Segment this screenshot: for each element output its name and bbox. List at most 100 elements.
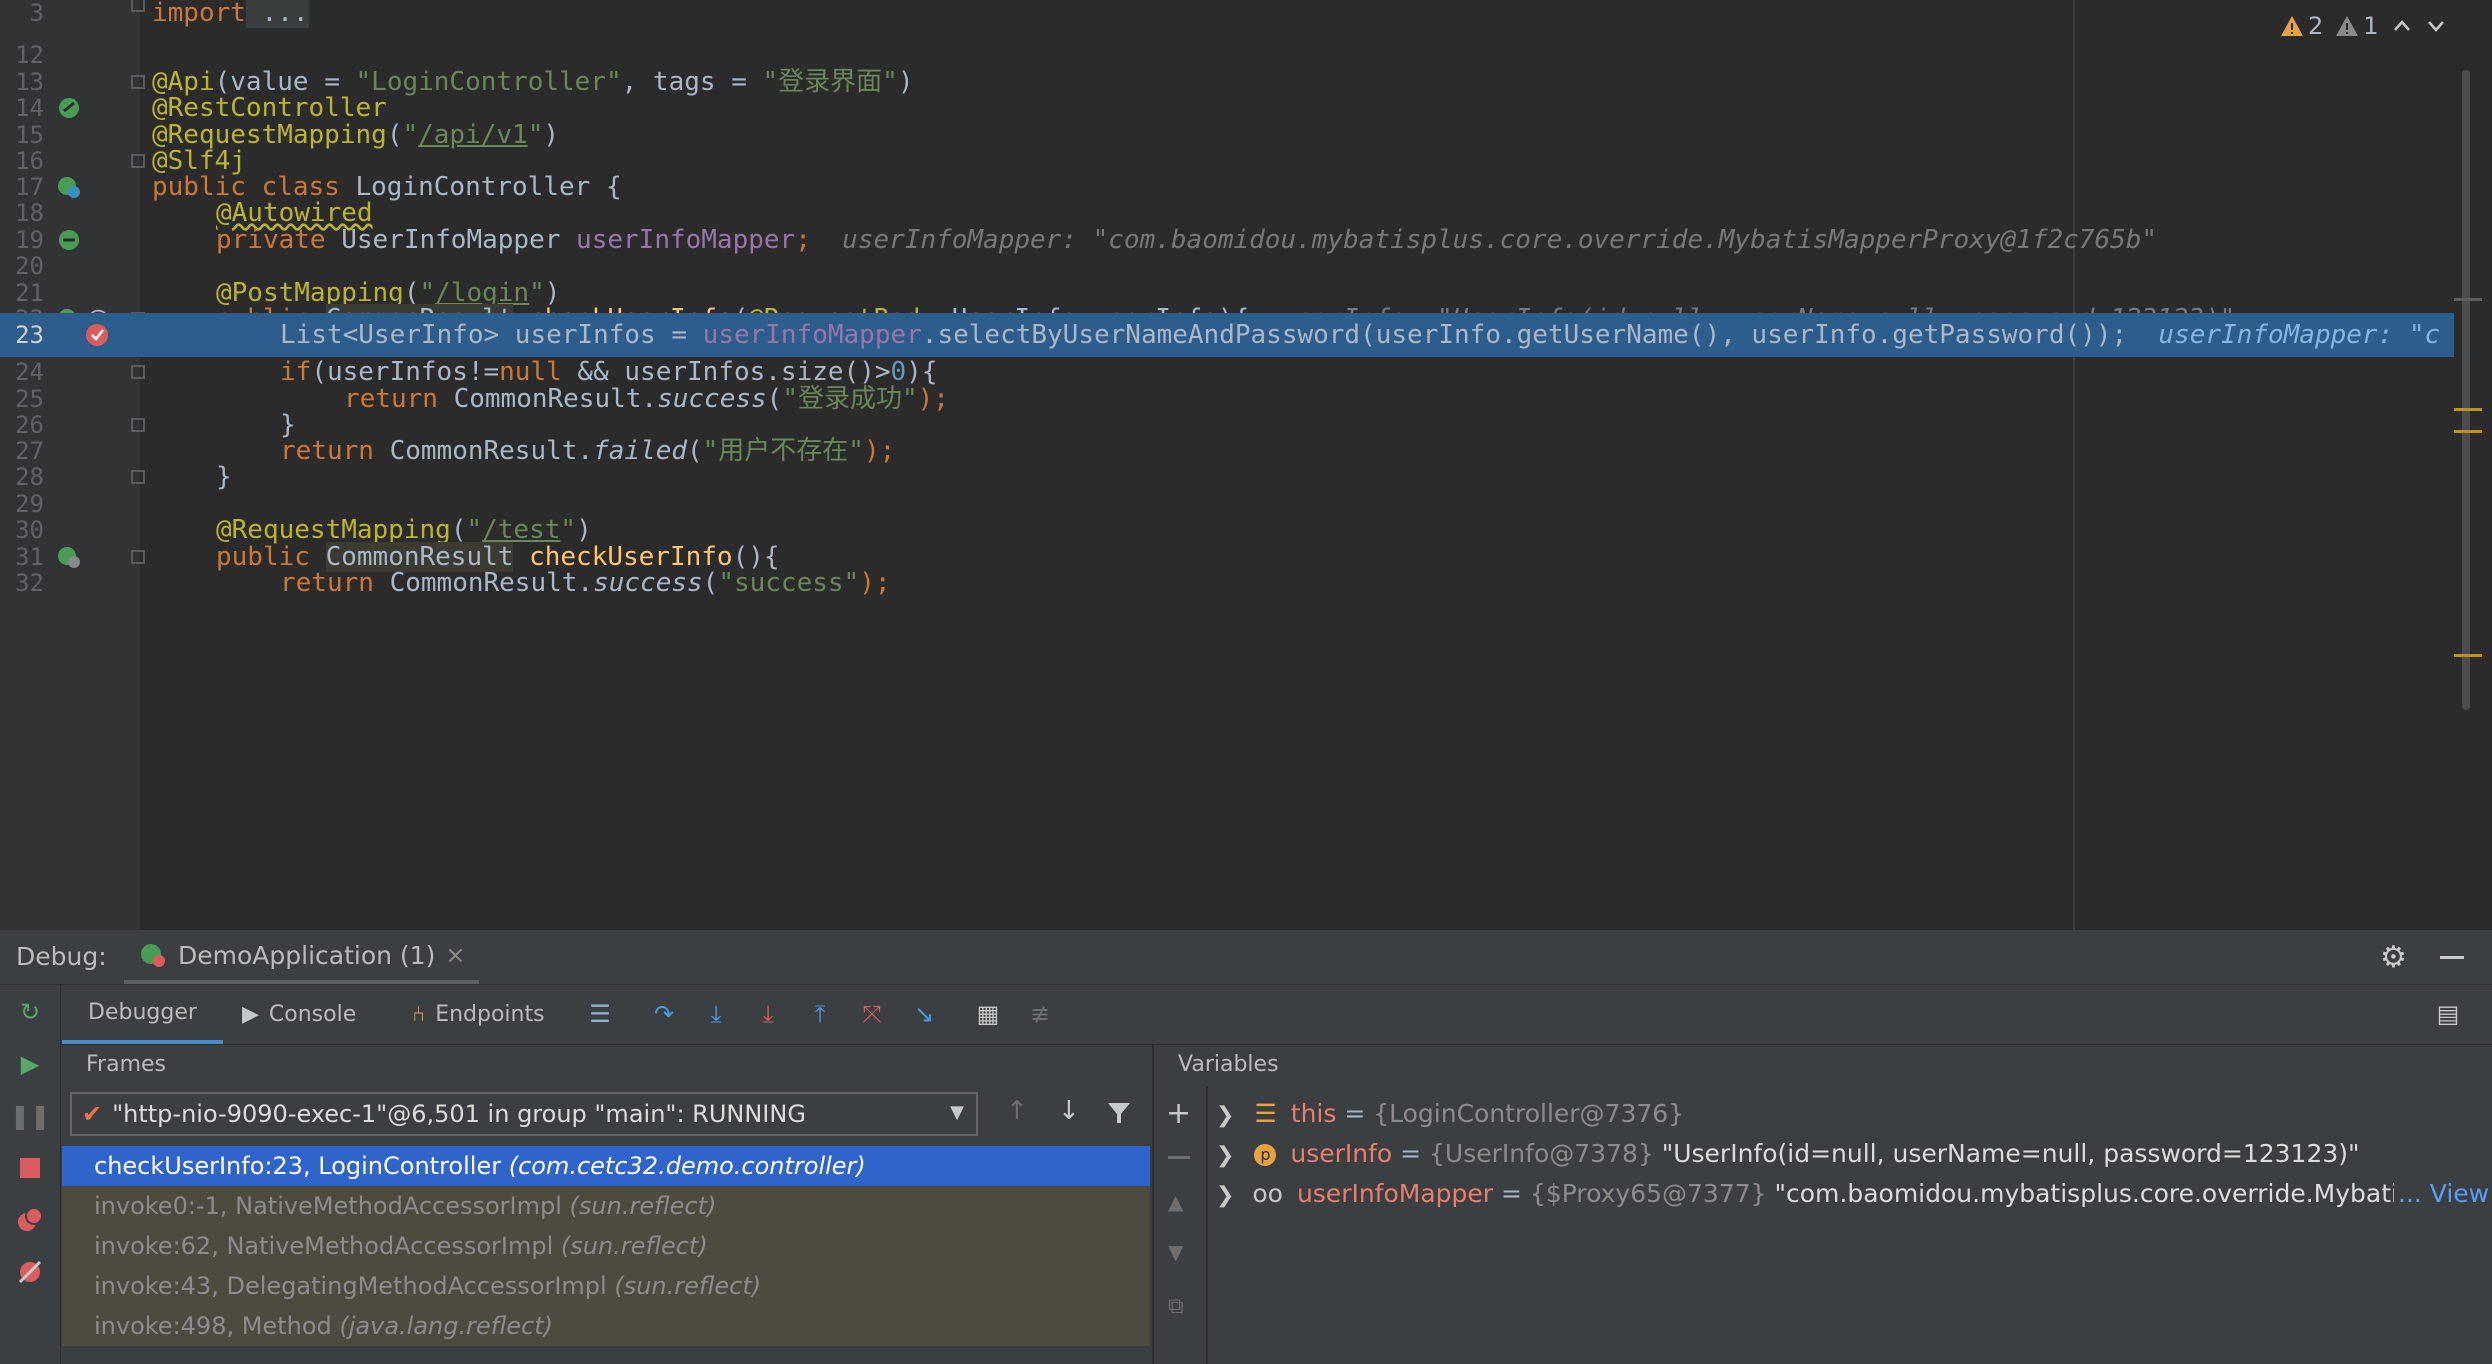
debugger-toolbar: Debugger ▶ Console ⑃ Endpoints ☰ ↷ ⤓ ⤓ ⤒…	[62, 984, 2492, 1045]
code-token: "success"	[718, 568, 860, 598]
frame-package: (sun.reflect)	[569, 1192, 717, 1220]
parameter-icon: p	[1254, 1144, 1277, 1166]
weak-warning-count: 1	[2363, 12, 2379, 40]
frames-panel: Frames ✔ "http-nio-9090-exec-1"@6,501 in…	[62, 1044, 1150, 1364]
drop-frame-icon[interactable]: ⤧	[856, 998, 888, 1030]
code-token: .selectByUserNameAndPassword(userInfo.ge…	[921, 320, 2128, 350]
warning-icon	[2281, 16, 2303, 36]
code-token: userInfoMapper	[702, 320, 922, 350]
frame-item[interactable]: invoke0:-1, NativeMethodAccessorImpl (su…	[62, 1186, 1150, 1226]
pause-icon[interactable]: ❚❚	[10, 1100, 50, 1132]
move-down-icon[interactable]: ▼	[1168, 1240, 1183, 1264]
fold-toggle-icon[interactable]	[131, 365, 145, 379]
stop-icon[interactable]	[14, 1152, 46, 1184]
remove-watch-icon[interactable]	[1168, 1156, 1190, 1159]
force-step-into-icon[interactable]: ⤓	[752, 998, 784, 1030]
thread-check-icon: ✔	[82, 1100, 103, 1128]
tab-label: Debugger	[88, 999, 197, 1025]
fold-toggle-icon[interactable]	[131, 470, 145, 484]
previous-frame-icon[interactable]: ↑	[1006, 1096, 1028, 1126]
code-token: success	[593, 568, 703, 598]
trace-icon[interactable]: ≢	[1024, 998, 1056, 1030]
debug-label: Debug:	[16, 942, 107, 971]
close-tab-icon[interactable]: ×	[445, 941, 465, 969]
mute-breakpoints-icon[interactable]	[14, 1256, 46, 1288]
code-line[interactable]: 3 import ...	[0, 0, 2492, 34]
debug-tool-window[interactable]: Debug: DemoApplication (1) × ⚙ ↻ ▶ ❚❚ De…	[0, 930, 2492, 1364]
session-tab-label: DemoApplication (1)	[178, 940, 436, 970]
code-editor[interactable]: 3 import ... 12 13 @Api(value = "LoginCo…	[0, 0, 2492, 930]
variable-row[interactable]: ❯ ☰ this = {LoginController@7376}	[1216, 1094, 1684, 1134]
scroll-marker[interactable]	[2454, 430, 2482, 433]
frame-package: (com.cetc32.demo.controller)	[508, 1152, 866, 1180]
evaluate-icon[interactable]: ▦	[972, 998, 1004, 1030]
minimize-icon[interactable]	[2440, 956, 2464, 959]
tab-console[interactable]: ▶ Console	[242, 984, 356, 1044]
run-to-cursor-icon[interactable]: ↘	[908, 998, 940, 1030]
thread-select[interactable]: ✔ "http-nio-9090-exec-1"@6,501 in group …	[70, 1092, 978, 1136]
breakpoint-icon[interactable]	[84, 322, 110, 348]
frames-title: Frames	[86, 1052, 167, 1077]
settings-icon[interactable]: ⚙	[2380, 940, 2407, 975]
inline-debug-value: userInfoMapper: "c	[2158, 320, 2441, 350]
code-token: import	[152, 0, 246, 28]
thread-select-value: "http-nio-9090-exec-1"@6,501 in group "m…	[112, 1100, 806, 1128]
variable-type: {UserInfo@7378}	[1429, 1139, 1654, 1168]
frame-package: (sun.reflect)	[560, 1232, 708, 1260]
frame-package: (java.lang.reflect)	[339, 1312, 553, 1340]
frame-item[interactable]: invoke:62, NativeMethodAccessorImpl (sun…	[62, 1226, 1150, 1266]
next-frame-icon[interactable]: ↓	[1058, 1096, 1080, 1126]
warning-counter[interactable]: 2	[2280, 12, 2323, 40]
variable-eq: =	[1493, 1179, 1530, 1208]
tab-endpoints[interactable]: ⑃ Endpoints	[412, 984, 545, 1044]
show-execution-point-icon[interactable]: ☰	[584, 998, 616, 1030]
frame-method: invoke:43, DelegatingMethodAccessorImpl	[94, 1272, 607, 1300]
editor-scrollbar[interactable]	[2454, 0, 2492, 930]
variable-row[interactable]: ❯ oo userInfoMapper = {$Proxy65@7377} "c…	[1216, 1174, 2486, 1214]
endpoints-icon: ⑃	[412, 1001, 426, 1027]
frame-item[interactable]: checkUserInfo:23, LoginController (com.c…	[62, 1146, 1150, 1186]
scroll-marker[interactable]	[2454, 298, 2482, 301]
scrollbar-thumb[interactable]	[2462, 70, 2470, 710]
folded-imports[interactable]: ...	[245, 0, 309, 28]
add-watch-icon[interactable]: +	[1166, 1096, 1191, 1131]
rerun-icon[interactable]: ↻	[14, 996, 46, 1028]
copy-icon[interactable]: ⧉	[1168, 1294, 1184, 1319]
weak-warning-counter[interactable]: 1	[2335, 12, 2379, 40]
layout-settings-icon[interactable]: ▤	[2432, 998, 2464, 1030]
expand-arrow-icon[interactable]: ❯	[1216, 1183, 1234, 1208]
chevron-down-icon[interactable]	[2425, 15, 2447, 37]
move-up-icon[interactable]: ▲	[1168, 1190, 1183, 1214]
variable-row[interactable]: ❯ p userInfo = {UserInfo@7378} "UserInfo…	[1216, 1134, 2360, 1174]
step-into-icon[interactable]: ⤓	[700, 998, 732, 1030]
code-token: (	[702, 568, 719, 598]
frame-item[interactable]: invoke:43, DelegatingMethodAccessorImpl …	[62, 1266, 1150, 1306]
expand-arrow-icon[interactable]: ❯	[1216, 1103, 1234, 1128]
console-icon: ▶	[242, 1001, 259, 1027]
view-breakpoints-icon[interactable]	[14, 1204, 46, 1236]
code-line[interactable]: 32 return CommonResult.success("success"…	[0, 562, 2492, 604]
variable-eq: =	[1336, 1099, 1374, 1128]
line-number: 32	[15, 569, 44, 597]
chevron-up-icon[interactable]	[2391, 15, 2413, 37]
line-number: 3	[29, 0, 44, 27]
static-field-icon: ☰	[1254, 1099, 1277, 1128]
code-token: return	[280, 568, 390, 598]
filter-icon[interactable]	[1106, 1100, 1132, 1126]
scroll-marker[interactable]	[2454, 654, 2482, 657]
variables-title: Variables	[1178, 1052, 1279, 1077]
resume-icon[interactable]: ▶	[14, 1048, 46, 1080]
step-out-icon[interactable]: ⤒	[804, 998, 836, 1030]
spring-app-icon	[141, 944, 165, 967]
debug-side-toolbar: ↻ ▶ ❚❚	[0, 984, 61, 1364]
debug-session-tab[interactable]: DemoApplication (1) ×	[124, 930, 480, 984]
expand-arrow-icon[interactable]: ❯	[1216, 1143, 1234, 1168]
step-over-icon[interactable]: ↷	[648, 998, 680, 1030]
view-link[interactable]: ... View	[2394, 1174, 2490, 1214]
scroll-marker[interactable]	[2454, 408, 2482, 411]
inspection-widget[interactable]: 2 1	[2280, 8, 2447, 44]
chevron-down-icon: ▼	[950, 1102, 964, 1123]
fold-toggle-icon[interactable]	[131, 0, 145, 12]
tab-debugger[interactable]: Debugger	[62, 984, 223, 1044]
frame-item[interactable]: invoke:498, Method (java.lang.reflect)	[62, 1306, 1150, 1346]
